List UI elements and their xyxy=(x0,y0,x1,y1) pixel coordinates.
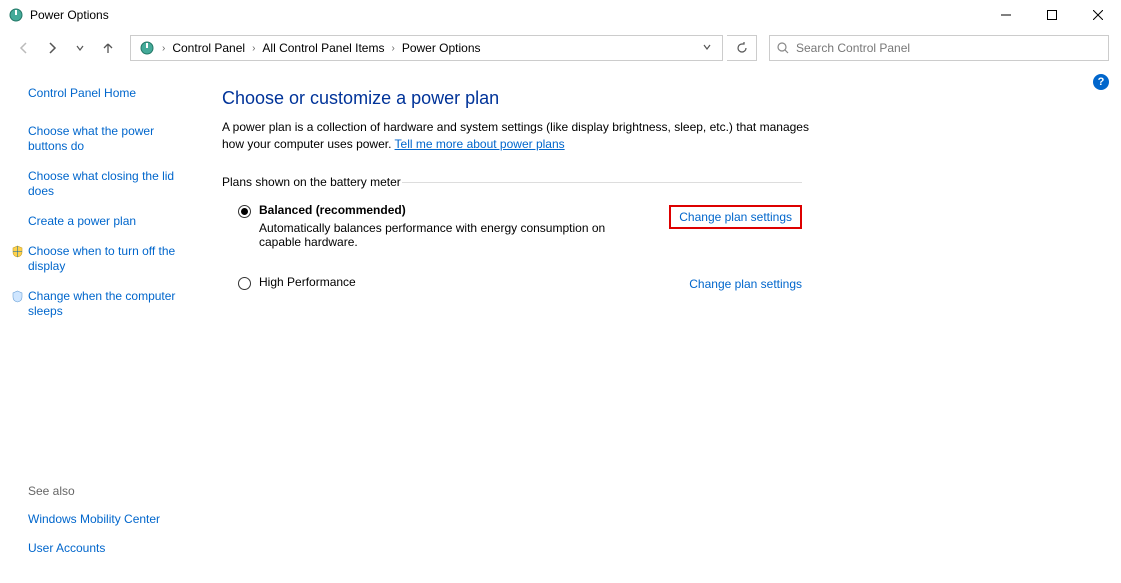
breadcrumb-item[interactable]: Control Panel xyxy=(168,41,249,55)
sidebar-link-computer-sleeps[interactable]: Change when the computer sleeps xyxy=(28,289,188,320)
help-icon[interactable]: ? xyxy=(1093,74,1109,90)
sidebar-link-closing-lid[interactable]: Choose what closing the lid does xyxy=(28,169,188,200)
change-plan-settings-link[interactable]: Change plan settings xyxy=(689,277,802,291)
search-input[interactable] xyxy=(796,41,1102,55)
plan-radio-high-performance[interactable] xyxy=(238,277,251,290)
chevron-right-icon[interactable]: › xyxy=(159,43,168,54)
titlebar: Power Options xyxy=(0,0,1121,30)
power-options-icon xyxy=(139,40,155,56)
address-bar[interactable]: › Control Panel › All Control Panel Item… xyxy=(130,35,723,61)
plan-description: Automatically balances performance with … xyxy=(259,221,649,249)
shield-icon xyxy=(10,290,24,304)
forward-button[interactable] xyxy=(40,36,64,60)
sidebar-link-create-plan[interactable]: Create a power plan xyxy=(28,214,188,230)
refresh-button[interactable] xyxy=(727,35,757,61)
plans-section-heading: Plans shown on the battery meter xyxy=(222,175,802,189)
chevron-right-icon[interactable]: › xyxy=(249,43,258,54)
main-panel: Choose or customize a power plan A power… xyxy=(200,66,1121,583)
close-button[interactable] xyxy=(1075,0,1121,30)
power-options-icon xyxy=(8,7,24,23)
navbar: › Control Panel › All Control Panel Item… xyxy=(0,30,1121,66)
maximize-button[interactable] xyxy=(1029,0,1075,30)
minimize-button[interactable] xyxy=(983,0,1029,30)
sidebar-link-turn-off-display[interactable]: Choose when to turn off the display xyxy=(28,244,188,275)
see-also-heading: See also xyxy=(28,484,188,498)
plan-radio-balanced[interactable] xyxy=(238,205,251,218)
see-also-mobility-center[interactable]: Windows Mobility Center xyxy=(28,512,188,528)
window-controls xyxy=(983,0,1121,30)
shield-icon xyxy=(10,245,24,259)
plan-row-balanced: Balanced (recommended) Automatically bal… xyxy=(222,195,802,253)
see-also-user-accounts[interactable]: User Accounts xyxy=(28,541,188,557)
address-dropdown[interactable] xyxy=(696,41,718,55)
search-icon xyxy=(776,41,790,55)
breadcrumb-item[interactable]: Power Options xyxy=(398,41,485,55)
search-box[interactable] xyxy=(769,35,1109,61)
plan-row-high-performance: High Performance Change plan settings xyxy=(222,267,802,295)
up-button[interactable] xyxy=(96,36,120,60)
back-button[interactable] xyxy=(12,36,36,60)
window-title: Power Options xyxy=(30,8,109,22)
change-plan-settings-link[interactable]: Change plan settings xyxy=(669,205,802,229)
page-description: A power plan is a collection of hardware… xyxy=(222,119,822,153)
sidebar-link-power-buttons[interactable]: Choose what the power buttons do xyxy=(28,124,188,155)
plan-name: Balanced (recommended) xyxy=(259,203,649,217)
tell-me-more-link[interactable]: Tell me more about power plans xyxy=(395,137,565,151)
breadcrumb-item[interactable]: All Control Panel Items xyxy=(258,41,388,55)
plan-name: High Performance xyxy=(259,275,669,289)
content-area: ? Control Panel Home Choose what the pow… xyxy=(0,66,1121,583)
page-title: Choose or customize a power plan xyxy=(222,88,1091,109)
chevron-right-icon[interactable]: › xyxy=(388,43,397,54)
recent-dropdown[interactable] xyxy=(68,36,92,60)
sidebar: Control Panel Home Choose what the power… xyxy=(0,66,200,583)
control-panel-home-link[interactable]: Control Panel Home xyxy=(28,86,188,102)
